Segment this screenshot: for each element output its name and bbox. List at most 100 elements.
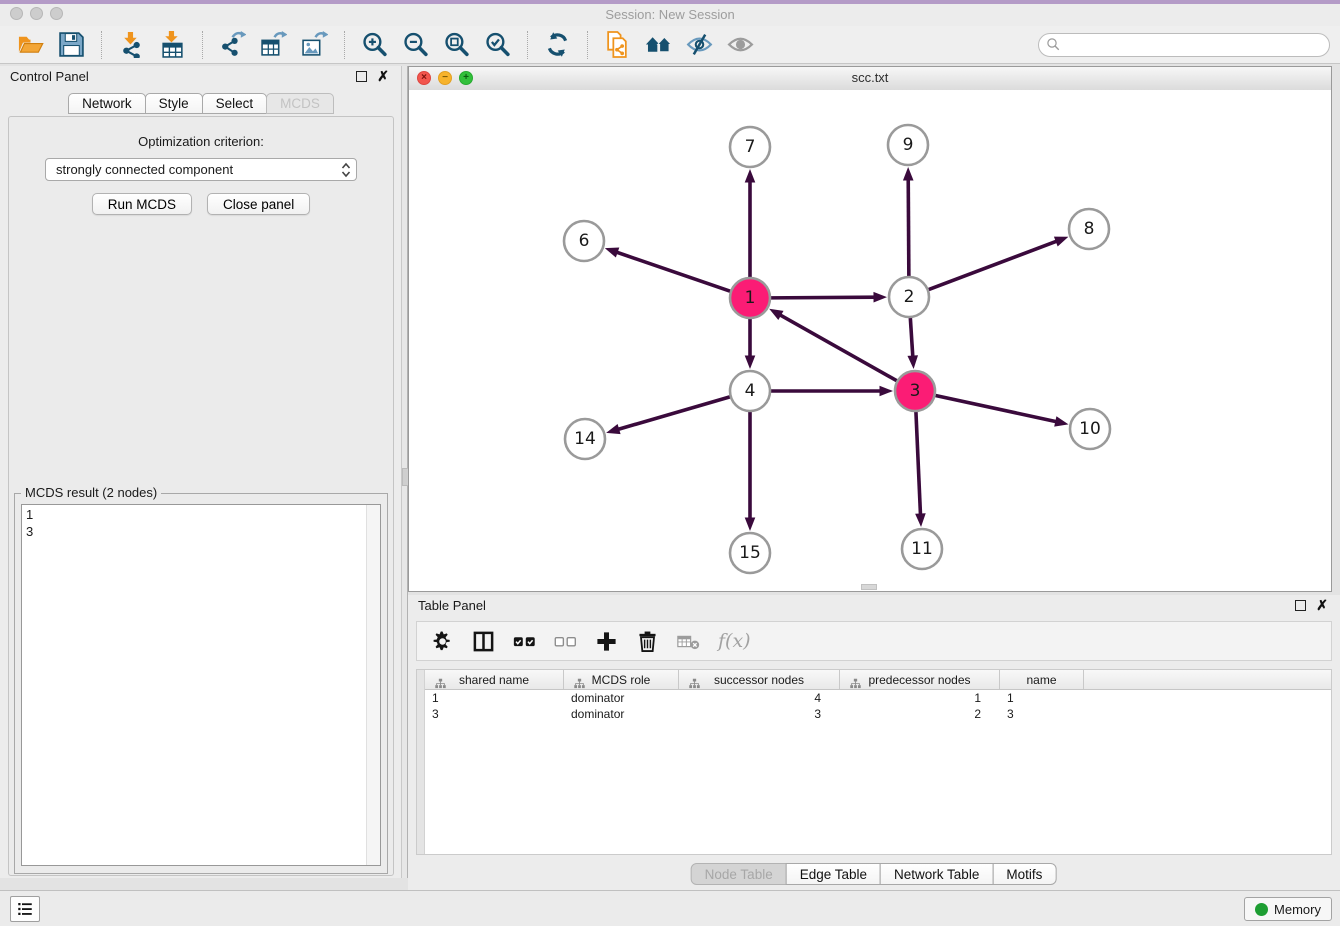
deselect-all-columns-icon[interactable]	[554, 630, 577, 653]
cell-shared-name[interactable]: 3	[425, 707, 564, 721]
graph-node-11[interactable]: 11	[902, 529, 942, 569]
float-panel-icon[interactable]	[356, 71, 367, 82]
delete-column-icon[interactable]	[636, 630, 659, 653]
tab-edge-table[interactable]: Edge Table	[786, 863, 881, 885]
mcds-result-title: MCDS result (2 nodes)	[21, 485, 161, 500]
hide-selected-eye-icon[interactable]	[686, 31, 713, 58]
graph-node-6[interactable]: 6	[564, 221, 604, 261]
tab-network-table[interactable]: Network Table	[880, 863, 993, 885]
graph-node-7[interactable]: 7	[730, 127, 770, 167]
zoom-selected-icon[interactable]	[484, 31, 511, 58]
table-row[interactable]: 1dominator411	[425, 690, 1331, 706]
graph-node-15[interactable]: 15	[730, 533, 770, 573]
select-all-columns-icon[interactable]	[513, 630, 536, 653]
settings-gear-icon[interactable]	[431, 630, 454, 653]
table-header-row: shared name MCDS rolesuccessor nodesprede…	[425, 670, 1331, 690]
graph-node-4[interactable]: 4	[730, 371, 770, 411]
import-table-icon[interactable]	[159, 31, 186, 58]
tab-select[interactable]: Select	[202, 93, 268, 114]
column-header-label: shared name	[459, 673, 529, 687]
graph-node-9[interactable]: 9	[888, 125, 928, 165]
graph-edge-3-11[interactable]	[916, 412, 921, 516]
svg-text:8: 8	[1084, 219, 1095, 239]
close-table-panel-icon[interactable]: ✗	[1316, 599, 1328, 611]
table-row[interactable]: 3dominator323	[425, 706, 1331, 722]
graph-node-1[interactable]: 1	[730, 278, 770, 318]
add-column-icon[interactable]	[595, 630, 618, 653]
export-table-icon[interactable]	[260, 31, 287, 58]
delete-table-icon	[677, 630, 700, 653]
column-header-name[interactable]: name	[1000, 670, 1084, 689]
graph-edge-2-8[interactable]	[929, 241, 1058, 290]
save-session-icon[interactable]	[58, 31, 85, 58]
export-network-icon[interactable]	[219, 31, 246, 58]
network-view-title: scc.txt	[409, 70, 1331, 85]
column-type-icon	[574, 678, 585, 689]
home-neighbors-icon[interactable]	[645, 31, 672, 58]
criterion-dropdown[interactable]: strongly connected component	[45, 158, 357, 181]
search-input[interactable]	[1065, 36, 1329, 53]
export-image-icon[interactable]	[301, 31, 328, 58]
graph-edge-3-10[interactable]	[936, 395, 1058, 421]
network-window-titlebar[interactable]: × − + scc.txt	[409, 67, 1331, 91]
open-session-icon[interactable]	[17, 31, 44, 58]
mcds-result-item[interactable]: 3	[26, 523, 376, 540]
network-canvas[interactable]: 1 2 3 4 6 7 8 9 10 11 14 15	[409, 90, 1331, 591]
tab-style[interactable]: Style	[145, 93, 203, 114]
mcds-result-list[interactable]: 13	[21, 504, 381, 866]
zoom-in-icon[interactable]	[361, 31, 388, 58]
graph-node-2[interactable]: 2	[889, 277, 929, 317]
float-table-panel-icon[interactable]	[1295, 600, 1306, 611]
graph-edge-3-1[interactable]	[779, 314, 897, 380]
function-builder-icon: f(x)	[718, 630, 751, 652]
graph-node-3[interactable]: 3	[895, 371, 935, 411]
cell-MCDS-role[interactable]: dominator	[564, 707, 679, 721]
scrollbar[interactable]	[366, 505, 380, 865]
task-history-button[interactable]	[10, 896, 40, 922]
cell-successor-nodes[interactable]: 3	[679, 707, 840, 721]
graph-edge-2-9[interactable]	[908, 178, 909, 276]
cell-shared-name[interactable]: 1	[425, 691, 564, 705]
graph-edge-arrowhead	[873, 292, 887, 303]
graph-node-10[interactable]: 10	[1070, 409, 1110, 449]
memory-button[interactable]: Memory	[1244, 897, 1332, 921]
column-header-successor-nodes[interactable]: successor nodes	[679, 670, 840, 689]
cell-name[interactable]: 1	[1000, 691, 1084, 705]
close-panel-icon[interactable]: ✗	[377, 70, 389, 82]
graph-node-8[interactable]: 8	[1069, 209, 1109, 249]
column-header-label: name	[1026, 673, 1056, 687]
mcds-result-item[interactable]: 1	[26, 506, 376, 523]
graph-edge-1-6[interactable]	[616, 252, 730, 291]
cell-predecessor-nodes[interactable]: 1	[840, 691, 1000, 705]
toggle-panes-icon[interactable]	[472, 630, 495, 653]
canvas-resize-handle[interactable]	[861, 584, 877, 590]
tab-mcds[interactable]: MCDS	[266, 93, 334, 114]
column-header-MCDS-role[interactable]: MCDS role	[564, 670, 679, 689]
tab-node-table[interactable]: Node Table	[691, 863, 787, 885]
search-box[interactable]	[1038, 33, 1330, 57]
tab-motifs[interactable]: Motifs	[992, 863, 1056, 885]
network-graph[interactable]: 1 2 3 4 6 7 8 9 10 11 14 15	[409, 90, 1331, 591]
refresh-layout-icon[interactable]	[544, 31, 571, 58]
close-panel-button[interactable]: Close panel	[207, 193, 310, 215]
zoom-fit-icon[interactable]	[443, 31, 470, 58]
import-network-icon[interactable]	[118, 31, 145, 58]
graph-node-14[interactable]: 14	[565, 419, 605, 459]
cell-name[interactable]: 3	[1000, 707, 1084, 721]
column-header-predecessor-nodes[interactable]: predecessor nodes	[840, 670, 1000, 689]
graph-edge-1-2[interactable]	[771, 297, 876, 298]
duplicate-network-icon[interactable]	[604, 31, 631, 58]
panel-splitter[interactable]	[401, 66, 408, 878]
graph-edge-4-14[interactable]	[617, 397, 730, 430]
cell-successor-nodes[interactable]: 4	[679, 691, 840, 705]
node-table[interactable]: shared name MCDS rolesuccessor nodesprede…	[416, 669, 1332, 855]
zoom-out-icon[interactable]	[402, 31, 429, 58]
graph-edge-2-3[interactable]	[910, 318, 913, 358]
tab-network[interactable]: Network	[68, 93, 146, 114]
run-mcds-button[interactable]: Run MCDS	[92, 193, 192, 215]
cell-predecessor-nodes[interactable]: 2	[840, 707, 1000, 721]
cell-MCDS-role[interactable]: dominator	[564, 691, 679, 705]
control-panel: Control Panel ✗ NetworkStyleSelectMCDS O…	[0, 66, 401, 878]
table-toolbar: f(x)	[416, 621, 1332, 661]
column-header-shared-name[interactable]: shared name	[425, 670, 564, 689]
